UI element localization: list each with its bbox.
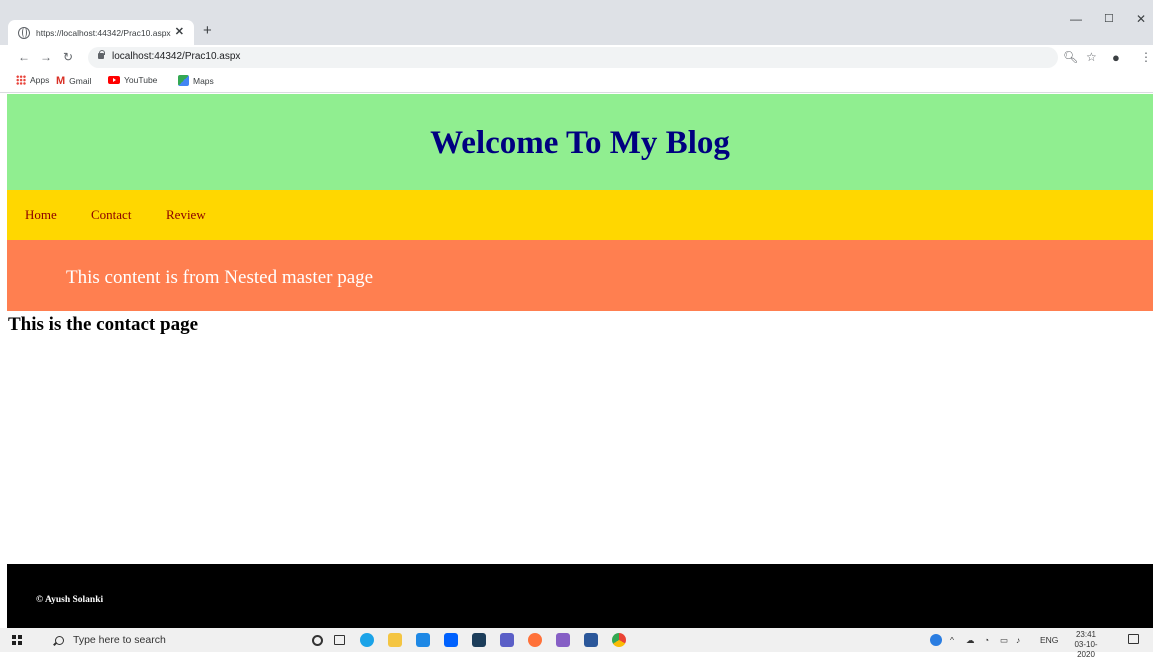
page-heading: This is the contact page — [8, 314, 198, 335]
bookmark-label: YouTube — [124, 75, 158, 85]
gmail-icon: M — [56, 75, 66, 87]
apps-grid-icon — [16, 75, 26, 85]
dropbox-icon[interactable] — [444, 633, 458, 647]
language-indicator[interactable]: ENG — [1040, 635, 1058, 645]
windows-taskbar: Type here to search ^ ☁ ◔ ▭ ♪ ENG 23:41 … — [0, 628, 1153, 659]
address-url[interactable]: localhost:44342/Prac10.aspx — [112, 51, 240, 62]
minimize-window-button[interactable]: — — [1070, 12, 1082, 26]
windows-start-icon[interactable] — [12, 635, 22, 645]
address-bar[interactable]: localhost:44342/Prac10.aspx — [88, 47, 1058, 68]
bookmark-star-icon[interactable]: ☆ — [1086, 50, 1097, 64]
battery-icon[interactable]: ▭ — [1000, 635, 1008, 646]
taskbar-clock[interactable]: 23:41 03-10-2020 — [1066, 630, 1106, 660]
nested-master-banner: This content is from Nested master page — [7, 240, 1153, 311]
browser-tab-strip: https://localhost:44342/Prac10.aspx ✕ + … — [0, 0, 1153, 45]
firefox-icon[interactable] — [528, 633, 542, 647]
menu-link-contact[interactable]: Contact — [91, 207, 131, 223]
nested-master-text: This content is from Nested master page — [66, 267, 374, 288]
notifications-icon[interactable] — [1128, 634, 1139, 644]
chrome-icon[interactable] — [612, 633, 626, 647]
globe-icon — [18, 26, 30, 39]
word-icon[interactable] — [584, 633, 598, 647]
footer-copyright: © Ayush Solanki — [36, 595, 104, 605]
bookmark-label: Maps — [193, 75, 214, 86]
bookmark-label: Gmail — [69, 76, 92, 86]
onedrive-icon[interactable]: ☁ — [966, 635, 975, 646]
mail-icon[interactable] — [416, 633, 430, 647]
taskbar-search-box[interactable]: Type here to search — [40, 630, 290, 650]
help-icon[interactable] — [930, 634, 942, 646]
clock-time: 23:41 — [1075, 630, 1097, 639]
site-footer: © Ayush Solanki — [7, 564, 1153, 628]
zoom-icon[interactable]: 🔍︎ — [1063, 50, 1078, 64]
browser-menu-icon[interactable]: ⋮ — [1140, 50, 1152, 64]
bookmark-apps[interactable]: Apps — [16, 75, 49, 85]
volume-icon[interactable]: ♪ — [1016, 635, 1020, 645]
menu-link-home[interactable]: Home — [25, 207, 57, 223]
web-page: Welcome To My Blog Home Contact Review T… — [7, 94, 1153, 628]
maps-icon — [178, 75, 189, 86]
tab-title: https://localhost:44342/Prac10.aspx — [36, 27, 171, 38]
cortana-icon[interactable] — [312, 635, 323, 646]
site-title: Welcome To My Blog — [430, 125, 730, 161]
menu-link-review[interactable]: Review — [166, 207, 206, 223]
lock-icon — [98, 50, 105, 59]
close-window-button[interactable]: ✕ — [1136, 12, 1146, 26]
browser-tab[interactable]: https://localhost:44342/Prac10.aspx ✕ — [8, 20, 194, 45]
wifi-icon[interactable]: ◔ — [984, 635, 989, 645]
back-arrow-icon[interactable]: ← — [18, 50, 30, 64]
youtube-icon — [108, 76, 120, 84]
browser-toolbar: ← → ↻ localhost:44342/Prac10.aspx 🔍︎ ☆ ●… — [0, 45, 1153, 70]
search-icon — [55, 635, 64, 645]
bookmark-maps[interactable]: Maps — [178, 75, 214, 86]
taskbar-search-placeholder: Type here to search — [73, 634, 166, 646]
edge-icon[interactable] — [360, 633, 374, 647]
bookmarks-bar: Apps M Gmail YouTube Maps — [0, 70, 1153, 93]
profile-icon[interactable]: ● — [1112, 50, 1120, 65]
bookmark-youtube[interactable]: YouTube — [108, 75, 157, 85]
site-menu: Home Contact Review — [7, 190, 1153, 240]
close-tab-icon[interactable]: ✕ — [175, 25, 184, 38]
bookmark-gmail[interactable]: M Gmail — [56, 75, 91, 87]
show-hidden-icons-icon[interactable]: ^ — [950, 635, 954, 645]
forward-arrow-icon[interactable]: → — [40, 50, 52, 64]
site-header: Welcome To My Blog — [7, 94, 1153, 190]
powershell-icon[interactable] — [472, 633, 486, 647]
maximize-window-button[interactable]: ☐ — [1104, 12, 1114, 25]
visual-studio-icon[interactable] — [556, 633, 570, 647]
reload-icon[interactable]: ↻ — [63, 50, 73, 64]
clock-date: 03-10-2020 — [1074, 640, 1098, 659]
teams-icon[interactable] — [500, 633, 514, 647]
bookmark-label: Apps — [30, 75, 50, 85]
new-tab-button[interactable]: + — [203, 22, 212, 39]
file-explorer-icon[interactable] — [388, 633, 402, 647]
task-view-icon[interactable] — [334, 635, 345, 645]
